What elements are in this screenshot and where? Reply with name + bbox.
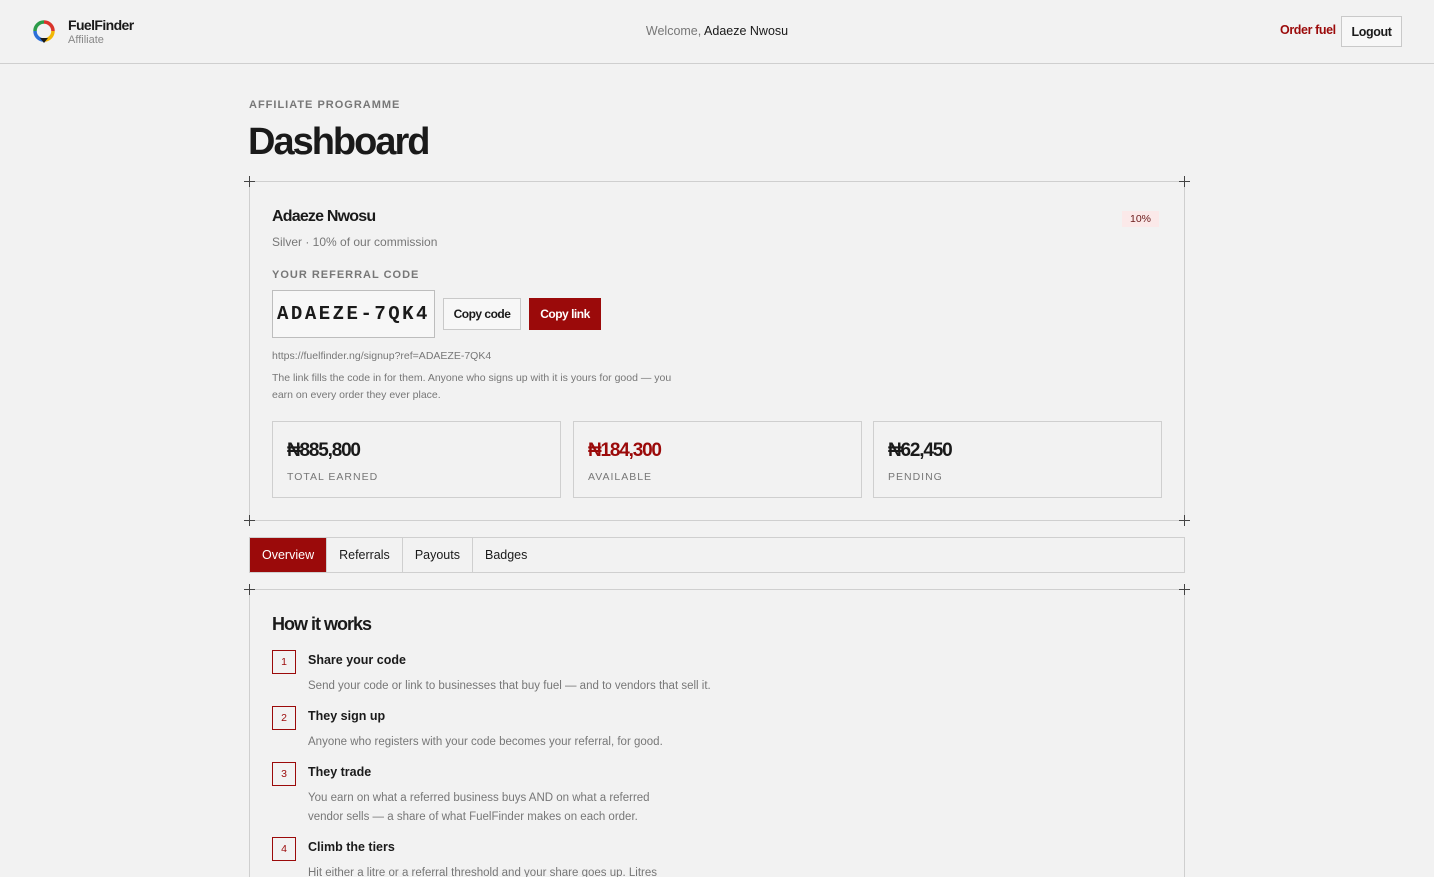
referral-code-label: YOUR REFERRAL CODE [272, 269, 420, 281]
tab-overview[interactable]: Overview [250, 538, 328, 572]
page-eyebrow: AFFILIATE PROGRAMME [249, 99, 401, 111]
commission-rate-badge: 10% [1122, 211, 1160, 227]
affiliate-name: Adaeze Nwosu [272, 208, 376, 225]
stat-label: AVAILABLE [588, 471, 653, 483]
referral-url: https://fuelfinder.ng/signup?ref=ADAEZE-… [272, 350, 492, 362]
welcome-prefix: Welcome, [645, 24, 702, 38]
step-number: 3 [272, 762, 296, 786]
crosshair-corner-icon [1179, 584, 1190, 595]
copy-link-button[interactable]: Copy link [529, 298, 601, 330]
stat-total-earned: ₦885,800 TOTAL EARNED [272, 421, 561, 498]
crosshair-corner-icon [244, 176, 255, 187]
stat-available: ₦184,300 AVAILABLE [573, 421, 862, 498]
step-description: Send your code or link to businesses tha… [308, 680, 711, 692]
affiliate-tier: Silver · 10% of our commission [272, 235, 438, 249]
tab-payouts[interactable]: Payouts [403, 538, 473, 572]
step-number: 1 [272, 650, 296, 674]
step-number: 4 [272, 837, 296, 861]
step-description: Hit either a litre or a referral thresho… [308, 867, 658, 877]
step-title: Share your code [308, 653, 406, 667]
crosshair-corner-icon [1179, 515, 1190, 526]
step-title: They trade [308, 765, 372, 779]
step-description: You earn on what a referred business buy… [308, 792, 650, 823]
top-bar: FuelFinder Affiliate Welcome, Adaeze Nwo… [0, 0, 1434, 64]
crosshair-corner-icon [244, 584, 255, 595]
tab-badges[interactable]: Badges [473, 538, 539, 572]
stat-value: ₦62,450 [888, 440, 953, 461]
welcome-user: Adaeze Nwosu [704, 24, 789, 38]
crosshair-corner-icon [1179, 176, 1190, 187]
stat-label: TOTAL EARNED [287, 471, 379, 483]
how-it-works-title: How it works [272, 614, 372, 634]
stat-pending: ₦62,450 PENDING [873, 421, 1162, 498]
stat-value: ₦885,800 [287, 440, 361, 461]
page-title: Dashboard [248, 121, 430, 163]
how-it-works-card: How it works 1 Share your code Send your… [244, 584, 1190, 877]
stat-value: ₦184,300 [588, 440, 662, 461]
copy-code-button[interactable]: Copy code [443, 298, 521, 330]
step-number: 2 [272, 706, 296, 730]
step-title: Climb the tiers [308, 840, 395, 854]
referral-code-display: ADAEZE-7QK4 [272, 290, 435, 338]
dashboard-tabs: Overview Referrals Payouts Badges [249, 537, 1185, 573]
order-fuel-link[interactable]: Order fuel [1280, 23, 1336, 37]
tab-referrals[interactable]: Referrals [327, 538, 403, 572]
referral-note: The link fills the code in for them. Any… [272, 372, 672, 401]
crosshair-corner-icon [244, 515, 255, 526]
logout-button[interactable]: Logout [1341, 16, 1402, 47]
step-title: They sign up [308, 709, 386, 723]
welcome-message: Welcome, Adaeze Nwosu [0, 24, 1434, 38]
stat-label: PENDING [888, 471, 943, 483]
step-description: Anyone who registers with your code beco… [308, 736, 663, 748]
affiliate-profile-card: Adaeze Nwosu Silver · 10% of our commiss… [244, 176, 1190, 526]
